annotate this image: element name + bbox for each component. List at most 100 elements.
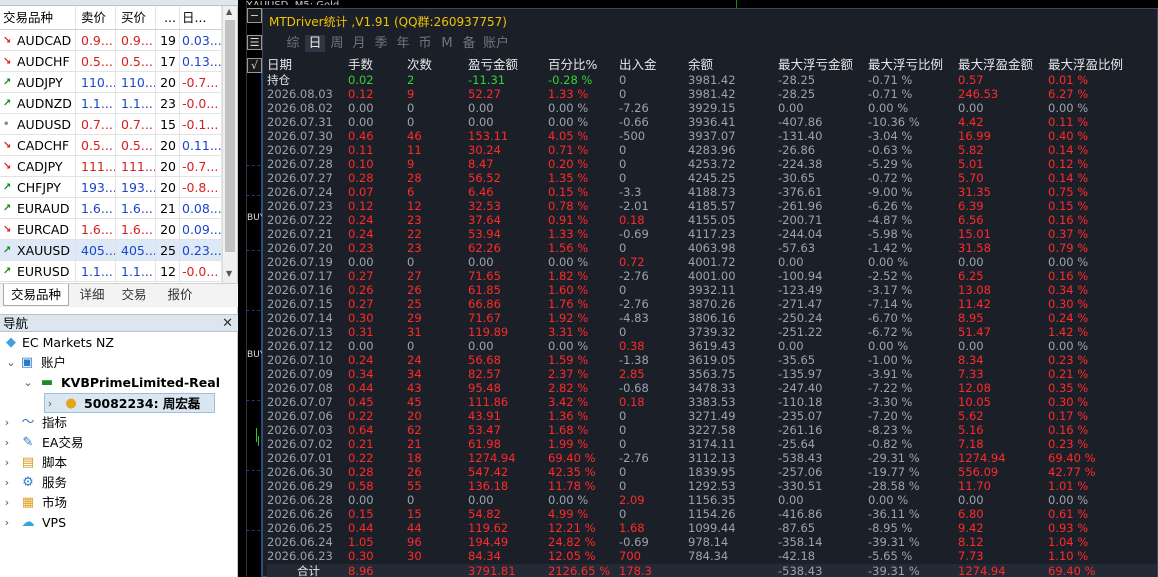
chevron-right-icon[interactable]: › [2, 453, 12, 473]
market-watch-row[interactable]: ↘ AUDCAD 0.9... 0.9... 19 0.03... [0, 30, 222, 51]
panel-tab[interactable]: 季 [371, 35, 391, 52]
tab-symbols[interactable]: 交易品种 [3, 284, 69, 306]
cell: 1.36 % [548, 409, 589, 423]
market-watch-row[interactable]: ↗ AUDNZD 1.1... 1.1... 23 -0.0... [0, 93, 222, 114]
col-header-spread[interactable]: ... [156, 6, 180, 29]
market-watch-row[interactable]: • AUDUSD 0.7... 0.7... 15 -0.1... [0, 114, 222, 135]
close-icon[interactable]: ✕ [222, 315, 233, 332]
cell: 2026.07.23 [267, 199, 333, 213]
scroll-up-icon[interactable]: ▲ [226, 7, 232, 16]
market-watch-row[interactable]: ↘ AUDCHF 0.5... 0.5... 17 0.13... [0, 51, 222, 72]
cell: 1.05 [348, 535, 374, 549]
checkmark-icon[interactable]: √ [247, 58, 262, 73]
cell: 0.35 % [1048, 381, 1089, 395]
cell: 9 [407, 87, 415, 101]
cell: 2026.07.13 [267, 325, 333, 339]
cell: 0.00 [958, 493, 984, 507]
cell: 1292.53 [688, 479, 736, 493]
expert-icon: ✎ [22, 435, 34, 450]
spread-value: 19 [156, 30, 180, 50]
chevron-down-icon[interactable]: ⌄ [6, 353, 16, 373]
market-watch-row[interactable]: ↗ EURUSD 1.1... 1.1... 12 -0.0... [0, 261, 222, 282]
chevron-right-icon[interactable]: › [2, 433, 12, 453]
cell: 0.16 % [1048, 213, 1089, 227]
market-watch-row[interactable]: ↘ EURCAD 1.6... 1.6... 20 0.09... [0, 219, 222, 240]
cell: -407.86 [778, 115, 823, 129]
cell: -123.49 [778, 283, 823, 297]
scroll-down-icon[interactable]: ▼ [226, 269, 232, 278]
panel-tab[interactable]: 年 [393, 35, 413, 52]
cell: 51.47 [958, 325, 991, 339]
stats-row: 2026.07.06 0.22 20 43.91 1.36 % 0 3271.49 -235.… [267, 409, 1157, 423]
navigator-header: 导航 ✕ [0, 314, 238, 332]
col-header-symbol[interactable]: 交易品种 [0, 6, 76, 29]
panel-toggle-icon[interactable]: ☰ [247, 35, 262, 50]
chevron-right-icon[interactable]: › [2, 513, 12, 533]
cell: 136.18 [468, 479, 509, 493]
cell: -1.38 [619, 353, 649, 367]
market-watch-scrollbar[interactable]: ▲ ▼ [222, 6, 237, 283]
col-header-daily-change[interactable]: 日... [180, 6, 222, 29]
tree-account-selected[interactable]: › ● 50082234: 周宏磊 [44, 393, 215, 413]
cell: 0.78 % [548, 199, 589, 213]
chevron-down-icon[interactable]: ⌄ [23, 373, 33, 393]
market-watch-row[interactable]: ↘ CADCHF 0.5... 0.5... 20 0.11... [0, 135, 222, 156]
cell: 0 [619, 143, 627, 157]
cell: 69.40 % [548, 451, 596, 465]
panel-tab[interactable]: 综 [283, 35, 303, 52]
cell: 0.21 % [1048, 367, 1089, 381]
cell: 2026.07.16 [267, 283, 333, 297]
cell: 2.82 % [548, 381, 589, 395]
cell: -0.68 [619, 381, 649, 395]
ask-value: 111... [116, 156, 156, 176]
tab-details[interactable]: 详细 [72, 284, 112, 306]
symbol-name: AUDUSD [0, 114, 76, 134]
chart-line-icon: 〜 [21, 415, 35, 430]
cell: 0.00 [468, 101, 494, 115]
panel-tab[interactable]: 月 [349, 35, 369, 52]
panel-tab[interactable]: 周 [327, 35, 347, 52]
panel-tab[interactable]: 账户 [481, 35, 511, 52]
market-watch-row[interactable]: ↗ CHFJPY 193... 193... 20 -0.8... [0, 177, 222, 198]
market-watch-row[interactable]: ↘ CADJPY 111... 111... 20 -0.7... [0, 156, 222, 177]
stats-row: 2026.07.24 0.07 6 6.46 0.15 % -3.3 4188.73 -376… [267, 185, 1157, 199]
scroll-thumb[interactable] [225, 20, 235, 252]
bid-value: 110... [76, 72, 116, 92]
minimize-icon[interactable]: − [247, 8, 262, 23]
cell: -10.36 % [868, 115, 920, 129]
cell: -39.31 % [868, 535, 920, 549]
chevron-right-icon[interactable]: › [45, 394, 55, 414]
chevron-right-icon[interactable]: › [2, 413, 12, 433]
market-watch-row[interactable]: ↗ AUDJPY 110... 110... 20 -0.7... [0, 72, 222, 93]
cell: 29 [407, 311, 422, 325]
cell: 0 [619, 465, 627, 479]
cell: 8.12 [958, 535, 984, 549]
cell: 3619.43 [688, 339, 736, 353]
tab-ticks[interactable]: 报价 [158, 284, 202, 306]
tab-trading[interactable]: 交易 [114, 284, 154, 306]
cell: 111.86 [468, 395, 509, 409]
splitter[interactable] [238, 0, 246, 577]
col-header-bid[interactable]: 卖价 [76, 6, 116, 29]
panel-tab[interactable]: 币 [415, 35, 435, 52]
cell: 6.80 [958, 507, 984, 521]
cell: 246.53 [958, 87, 999, 101]
market-watch-row[interactable]: ↗ EURAUD 1.6... 1.6... 21 0.08... [0, 198, 222, 219]
cell: -35.65 [778, 353, 816, 367]
cell: -500 [619, 129, 646, 143]
stats-row: 2026.06.28 0.00 0 0.00 0.00 % 2.09 1156.35 0.00… [267, 493, 1157, 507]
cell: 31.35 [958, 185, 991, 199]
cell: 手数 [348, 57, 374, 72]
cell: 0.30 % [1048, 297, 1089, 311]
market-icon: ▦ [21, 495, 35, 510]
panel-tab[interactable]: 日 [305, 35, 325, 52]
stats-total-row: 合计 8.96 3791.81 2126.65 % 178.3 -538.43 -39.31… [267, 564, 1157, 577]
chevron-right-icon[interactable]: › [2, 493, 12, 513]
chevron-right-icon[interactable]: › [2, 473, 12, 493]
panel-tab[interactable]: 备 [459, 35, 479, 52]
col-header-ask[interactable]: 买价 [116, 6, 156, 29]
cell: 4117.23 [688, 227, 736, 241]
market-watch-row[interactable]: ↗ XAUUSD 405... 405... 25 0.23... [0, 240, 222, 261]
panel-tab[interactable]: M [437, 35, 457, 52]
cell: -2.76 [619, 451, 649, 465]
